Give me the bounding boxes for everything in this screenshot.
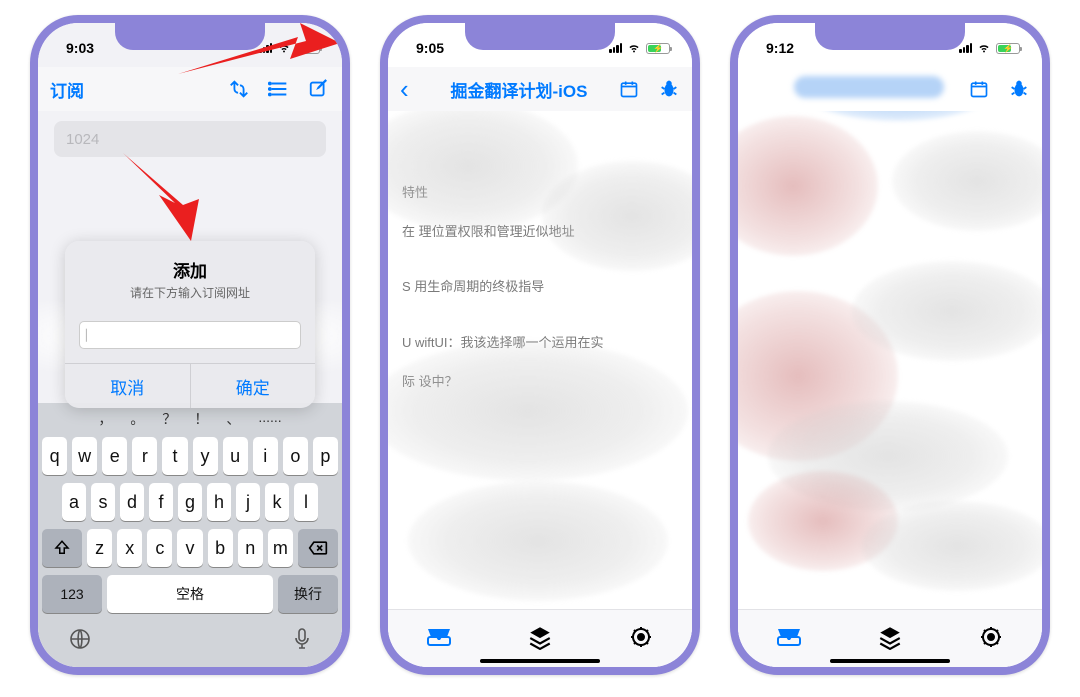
- add-alert: 添加 请在下方输入订阅网址 ▏ 取消 确定: [65, 241, 315, 408]
- nav-title: [770, 76, 968, 103]
- status-indicators: ⚡: [959, 36, 1020, 54]
- nav-bar: 订阅: [38, 67, 342, 111]
- nav-bar: ‹ 掘金翻译计划-iOS: [388, 67, 692, 111]
- key[interactable]: w: [72, 437, 97, 475]
- status-indicators: ⚡: [609, 36, 670, 54]
- alert-cursor: ▏: [86, 329, 95, 342]
- calendar-icon[interactable]: [618, 78, 640, 100]
- tab-settings[interactable]: [624, 620, 658, 654]
- mic-icon[interactable]: [292, 627, 312, 657]
- key[interactable]: j: [236, 483, 260, 521]
- status-bar: 9:05 ⚡: [388, 23, 692, 67]
- key[interactable]: c: [147, 529, 172, 567]
- keyboard: ， 。 ？ ！ 、 ...... q w e r t y u i o p a: [38, 403, 342, 667]
- tab-inbox[interactable]: [422, 620, 456, 654]
- key[interactable]: q: [42, 437, 67, 475]
- phone-1: 9:03 ⚡ 订阅: [30, 15, 350, 675]
- signal-icon: [609, 43, 622, 53]
- wifi-icon: [276, 42, 292, 54]
- key[interactable]: p: [313, 437, 338, 475]
- compose-icon[interactable]: [308, 78, 330, 100]
- key[interactable]: a: [62, 483, 86, 521]
- key[interactable]: b: [208, 529, 233, 567]
- status-time: 9:03: [66, 34, 94, 56]
- key[interactable]: x: [117, 529, 142, 567]
- key[interactable]: n: [238, 529, 263, 567]
- content: 1024 添加 请在下方输入订阅网址 ▏ 取消 确定: [38, 111, 342, 401]
- tab-settings[interactable]: [974, 620, 1008, 654]
- key[interactable]: y: [193, 437, 218, 475]
- status-time: 9:12: [766, 34, 794, 56]
- back-icon[interactable]: ‹: [400, 74, 420, 105]
- tab-layers[interactable]: [523, 620, 557, 654]
- key[interactable]: r: [132, 437, 157, 475]
- key[interactable]: h: [207, 483, 231, 521]
- alert-subtitle: 请在下方输入订阅网址: [81, 284, 299, 301]
- sym-key[interactable]: ！: [194, 409, 208, 429]
- tab-inbox[interactable]: [772, 620, 806, 654]
- key[interactable]: l: [294, 483, 318, 521]
- signal-icon: [959, 43, 972, 53]
- bug-icon[interactable]: [658, 78, 680, 100]
- nav-title: 订阅: [50, 77, 228, 102]
- num-switch-key[interactable]: 123: [42, 575, 102, 613]
- calendar-icon[interactable]: [968, 78, 990, 100]
- key[interactable]: s: [91, 483, 115, 521]
- nav-title: 掘金翻译计划-iOS: [420, 77, 618, 102]
- key[interactable]: o: [283, 437, 308, 475]
- alert-url-input[interactable]: ▏: [79, 321, 301, 349]
- key[interactable]: v: [177, 529, 202, 567]
- status-bar: 9:12 ⚡: [738, 23, 1042, 67]
- article-list: 特性 在 理位置权限和管理近似地址 S 用生命周期的终极指导 U wiftUI：…: [388, 111, 692, 609]
- sym-key[interactable]: 。: [130, 409, 144, 429]
- return-key[interactable]: 换行: [278, 575, 338, 613]
- key[interactable]: g: [178, 483, 202, 521]
- sym-key[interactable]: ？: [162, 409, 176, 429]
- key[interactable]: d: [120, 483, 144, 521]
- key[interactable]: k: [265, 483, 289, 521]
- key[interactable]: e: [102, 437, 127, 475]
- alert-cancel-button[interactable]: 取消: [65, 364, 191, 408]
- bug-icon[interactable]: [1008, 78, 1030, 100]
- refresh-icon[interactable]: [228, 78, 250, 100]
- backspace-icon[interactable]: [298, 529, 338, 567]
- phone-3: 9:12 ⚡: [730, 15, 1050, 675]
- sym-key[interactable]: ......: [258, 409, 281, 429]
- battery-icon: ⚡: [996, 43, 1020, 54]
- key[interactable]: f: [149, 483, 173, 521]
- alert-confirm-button[interactable]: 确定: [191, 364, 316, 408]
- content-body: [738, 111, 1042, 609]
- battery-icon: ⚡: [296, 43, 320, 54]
- key[interactable]: z: [87, 529, 112, 567]
- battery-icon: ⚡: [646, 43, 670, 54]
- space-key[interactable]: 空格: [107, 575, 273, 613]
- key[interactable]: t: [162, 437, 187, 475]
- status-bar: 9:03 ⚡: [38, 23, 342, 67]
- home-indicator: [830, 659, 950, 663]
- key[interactable]: m: [268, 529, 293, 567]
- wifi-icon: [626, 42, 642, 54]
- globe-icon[interactable]: [68, 627, 92, 657]
- phone-2: 9:05 ⚡ ‹ 掘金翻译计划-iOS: [380, 15, 700, 675]
- search-input[interactable]: 1024: [54, 121, 326, 157]
- key[interactable]: u: [223, 437, 248, 475]
- home-indicator: [480, 659, 600, 663]
- list-icon[interactable]: [268, 78, 290, 100]
- shift-icon[interactable]: [42, 529, 82, 567]
- status-indicators: ⚡: [259, 36, 320, 54]
- nav-bar: [738, 67, 1042, 111]
- signal-icon: [259, 43, 272, 53]
- tab-layers[interactable]: [873, 620, 907, 654]
- list-item[interactable]: S 用生命周期的终极指导: [402, 271, 678, 302]
- key[interactable]: i: [253, 437, 278, 475]
- sym-key[interactable]: 、: [226, 409, 240, 429]
- search-placeholder: 1024: [66, 131, 99, 148]
- wifi-icon: [976, 42, 992, 54]
- sym-key[interactable]: ，: [98, 409, 112, 429]
- status-time: 9:05: [416, 34, 444, 56]
- alert-title: 添加: [81, 257, 299, 282]
